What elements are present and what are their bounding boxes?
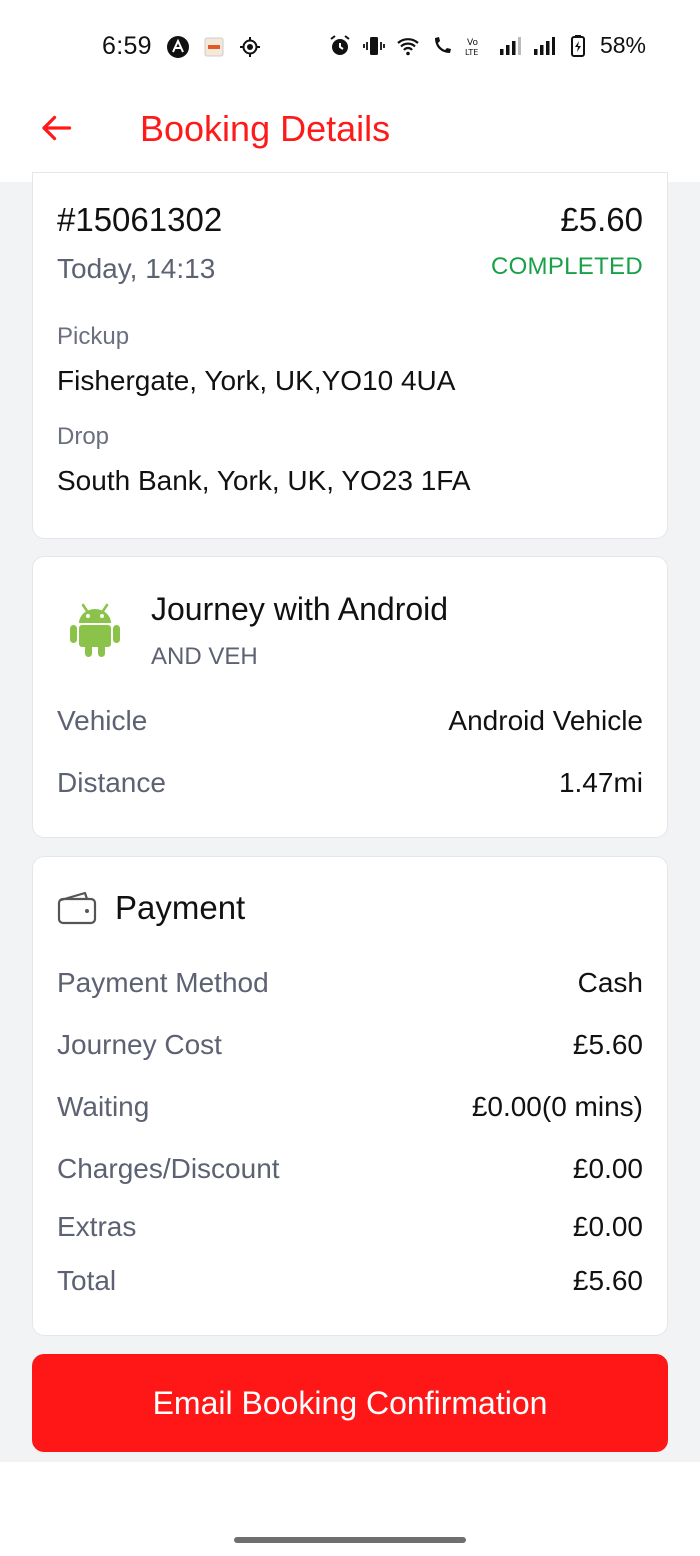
journey-card: Journey with Android AND VEH Vehicle And… (32, 556, 668, 838)
svg-text:Vo: Vo (467, 38, 478, 48)
status-badge: COMPLETED (490, 253, 643, 280)
battery-percent: 58% (599, 32, 646, 58)
booking-price: £5.60 (560, 201, 643, 238)
arrow-left-icon (42, 115, 72, 141)
a-icon (166, 35, 190, 59)
signal-icon (532, 34, 556, 58)
distance-label: Distance (57, 767, 166, 798)
status-time: 6:59 (102, 32, 152, 60)
location-icon (238, 35, 262, 59)
page-title: Booking Details (140, 108, 391, 149)
main-content[interactable]: #15061302 Today, 14:13 £5.60 COMPLETED P… (0, 172, 700, 1462)
payment-card: Payment Payment Method Cash Journey Cost… (32, 856, 668, 1336)
vehicle-label: Vehicle (57, 705, 148, 736)
wifi-call-icon (430, 34, 454, 58)
extras-label: Extras (57, 1211, 137, 1242)
signal-icon (498, 34, 522, 58)
booking-id: #15061302 (57, 201, 223, 238)
booking-date: Today, 14:13 (57, 253, 216, 284)
app-icon (202, 35, 226, 59)
wifi-icon (396, 34, 420, 58)
pickup-address: Fishergate, York, UK,YO10 4UA (57, 365, 456, 396)
journey-cost-value: £5.60 (572, 1029, 643, 1060)
extras-value: £0.00 (572, 1211, 643, 1242)
payment-method-label: Payment Method (57, 967, 269, 998)
android-icon (69, 601, 121, 657)
booking-summary-card: #15061302 Today, 14:13 £5.60 COMPLETED P… (32, 172, 668, 539)
distance-value: 1.47mi (558, 767, 643, 798)
home-indicator[interactable] (234, 1537, 466, 1543)
charges-discount-label: Charges/Discount (57, 1153, 280, 1184)
alarm-icon (328, 34, 352, 58)
waiting-label: Waiting (57, 1091, 150, 1122)
journey-cost-label: Journey Cost (57, 1029, 222, 1060)
drop-label: Drop (57, 423, 110, 450)
drop-address: South Bank, York, UK, YO23 1FA (57, 465, 471, 496)
journey-title: Journey with Android (151, 591, 449, 627)
back-button[interactable] (36, 108, 76, 148)
vibrate-icon (362, 34, 386, 58)
vehicle-code: AND VEH (151, 643, 258, 670)
svg-text:LTE: LTE (465, 48, 478, 57)
navigation-bar (0, 1462, 700, 1556)
waiting-value: £0.00(0 mins) (471, 1091, 643, 1122)
payment-title: Payment (115, 889, 246, 926)
total-value: £5.60 (572, 1265, 643, 1296)
app-bar: Booking Details (0, 92, 700, 182)
status-bar: 6:59 Vo LTE 58% (0, 0, 700, 92)
wallet-icon (57, 891, 97, 925)
payment-method-value: Cash (577, 967, 643, 998)
charges-discount-value: £0.00 (572, 1153, 643, 1184)
total-label: Total (57, 1265, 117, 1296)
email-booking-confirmation-button[interactable]: Email Booking Confirmation (32, 1354, 668, 1452)
pickup-label: Pickup (57, 323, 130, 350)
vehicle-value: Android Vehicle (448, 705, 643, 736)
volte-icon: Vo LTE (464, 34, 488, 58)
battery-icon (566, 34, 590, 58)
